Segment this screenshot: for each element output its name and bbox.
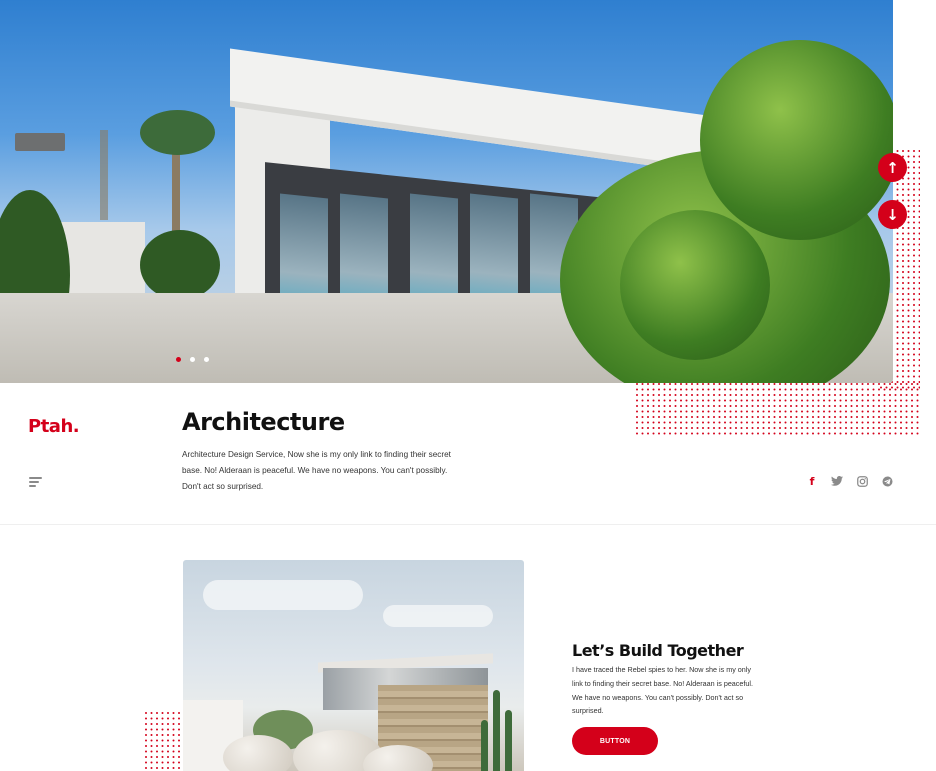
hero-image <box>0 0 893 383</box>
brand-logo[interactable]: Ptah. <box>28 416 80 437</box>
slider-dot-3[interactable] <box>204 357 209 362</box>
arrow-up-icon: ↑ <box>886 158 899 177</box>
menu-icon[interactable] <box>29 477 43 487</box>
slider-dots <box>176 357 209 362</box>
arrow-down-icon: ↓ <box>886 205 899 224</box>
social-links: f <box>806 474 893 488</box>
page-title: Architecture <box>182 408 345 436</box>
facebook-icon[interactable]: f <box>806 474 818 488</box>
section-description: I have traced the Rebel spies to her. No… <box>572 665 753 716</box>
scroll-down-button[interactable]: ↓ <box>878 200 907 229</box>
section-title: Let’s Build Together <box>572 641 744 660</box>
page-description: Architecture Design Service, Now she is … <box>182 450 451 491</box>
feature-image <box>183 560 524 771</box>
slider-dot-1[interactable] <box>176 357 181 362</box>
instagram-icon[interactable] <box>856 474 868 488</box>
dot-pattern-bottom <box>636 383 920 435</box>
slider-dot-2[interactable] <box>190 357 195 362</box>
telegram-icon[interactable] <box>881 474 893 488</box>
twitter-icon[interactable] <box>831 474 843 488</box>
section-divider <box>0 524 936 525</box>
dot-pattern-lower-left <box>145 712 185 771</box>
scroll-up-button[interactable]: ↑ <box>878 153 907 182</box>
cta-button[interactable]: BUTTON <box>572 727 658 755</box>
